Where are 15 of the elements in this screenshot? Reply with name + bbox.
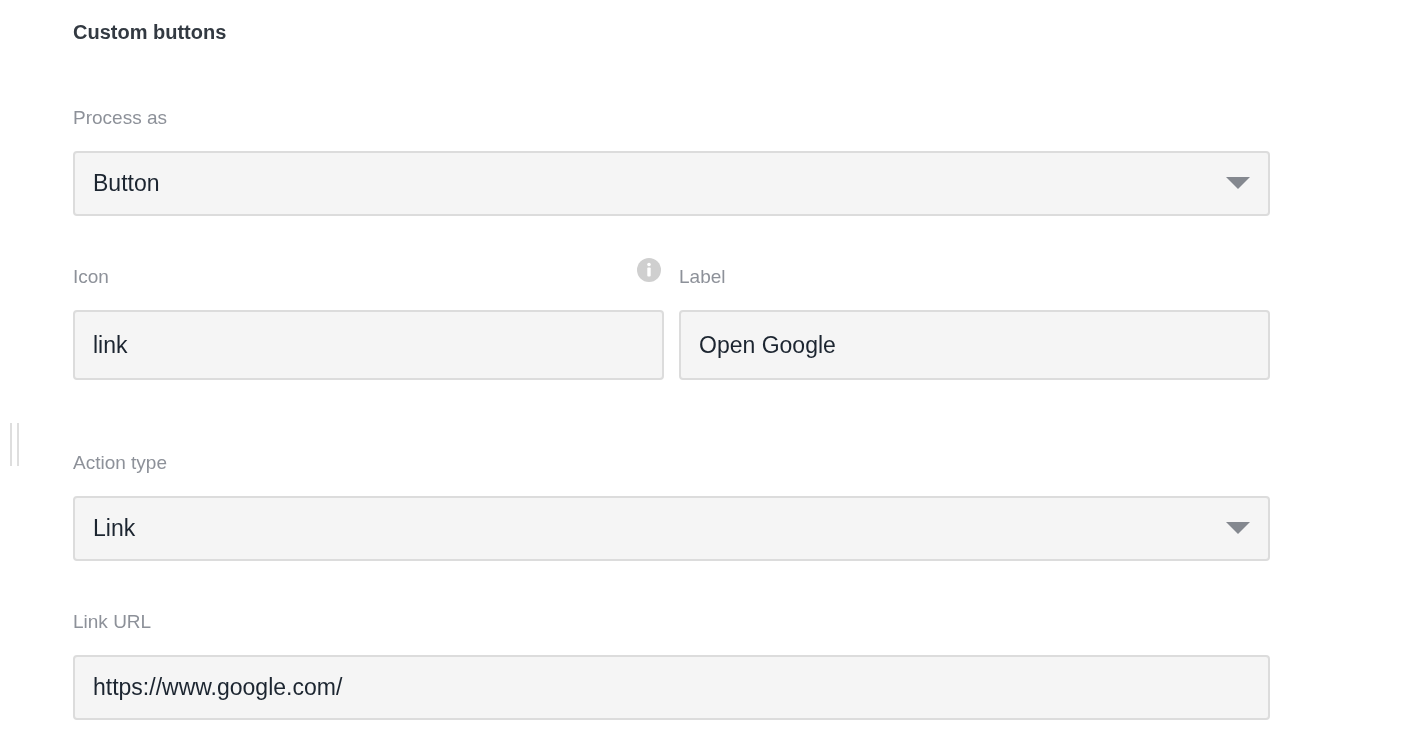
field-label: Process as [73, 107, 167, 129]
caret-icon [1226, 521, 1250, 536]
select-field[interactable]: Link [73, 496, 1270, 561]
input-field[interactable]: https://www.google.com/ [73, 655, 1270, 720]
field-label: Icon [73, 266, 109, 288]
field-label: Action type [73, 452, 167, 474]
select-field[interactable]: Button [73, 151, 1270, 216]
field-label: Label [679, 266, 726, 288]
input-field[interactable]: Open Google [679, 310, 1270, 380]
caret-icon [1226, 176, 1250, 191]
input-field[interactable]: link [73, 310, 664, 380]
field-label: Link URL [73, 611, 152, 633]
info-icon[interactable] [637, 258, 661, 282]
section-title: Custom buttons [73, 20, 228, 45]
resize-handle-icon[interactable] [9, 423, 20, 466]
